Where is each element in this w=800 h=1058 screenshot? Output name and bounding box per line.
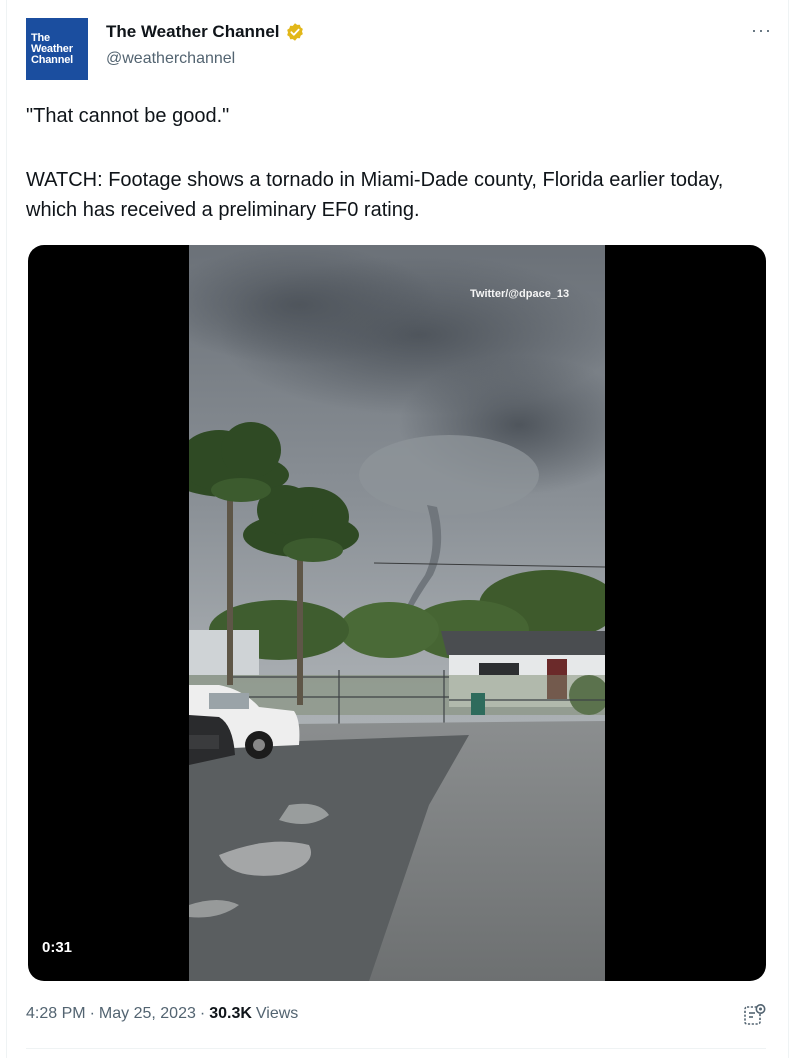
verified-badge-icon: [286, 23, 303, 41]
tweet-text-quote: "That cannot be good.": [26, 105, 230, 127]
tweet-card: The Weather Channel The Weather Channel …: [0, 0, 800, 1058]
card-left-border: [6, 0, 7, 1058]
bottom-divider: [26, 1048, 766, 1049]
meta-separator-1: ·: [89, 1005, 95, 1022]
avatar[interactable]: The Weather Channel: [26, 18, 88, 80]
author-handle[interactable]: @weatherchannel: [106, 50, 235, 68]
card-right-border: [788, 0, 789, 1058]
more-options-icon[interactable]: ···: [751, 20, 772, 41]
video-credit-watermark: Twitter/@dpace_13: [470, 288, 570, 300]
meta-separator-2: ·: [199, 1005, 206, 1022]
avatar-line-3: Channel: [31, 53, 73, 66]
author-name-row: The Weather Channel: [106, 22, 305, 42]
tweet-meta: 4:28 PM · May 25, 2023 · 30.3K Views: [26, 1005, 298, 1023]
tweet-header: The Weather Channel The Weather Channel …: [26, 16, 774, 82]
tweet-time[interactable]: 4:28 PM: [26, 1005, 86, 1023]
avatar-line-2: Weather: [31, 42, 73, 55]
video-duration: 0:31: [42, 939, 73, 956]
views-label: Views: [255, 1005, 299, 1022]
video-frame: [189, 245, 605, 981]
views-count: 30.3K: [209, 1005, 252, 1022]
avatar-line-1: The: [31, 31, 50, 44]
tweet-text-body: WATCH: Footage shows a tornado in Miami-…: [26, 169, 724, 221]
tweet-date[interactable]: May 25, 2023: [99, 1005, 196, 1023]
analytics-icon[interactable]: [742, 1002, 768, 1028]
video-player[interactable]: Twitter/@dpace_13 0:31: [28, 245, 766, 981]
author-name[interactable]: The Weather Channel: [106, 22, 280, 42]
